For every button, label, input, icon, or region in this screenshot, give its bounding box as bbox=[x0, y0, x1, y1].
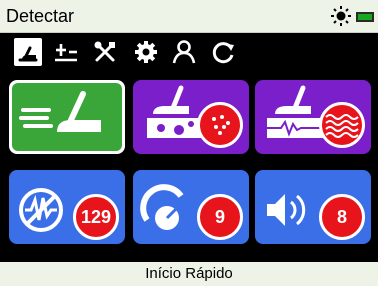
refresh-icon bbox=[212, 42, 234, 64]
swing-detector-icon bbox=[19, 91, 101, 132]
tools-icon bbox=[94, 41, 115, 62]
sensitivity-badge: 9 bbox=[197, 194, 243, 240]
title-bar: Detectar bbox=[0, 0, 378, 33]
volume-badge: 8 bbox=[319, 194, 365, 240]
gear-icon bbox=[135, 41, 157, 63]
sun-icon[interactable] bbox=[331, 6, 351, 26]
tab-bar bbox=[0, 34, 378, 76]
battery-icon bbox=[356, 12, 374, 22]
tab-refresh[interactable] bbox=[209, 38, 237, 66]
tab-tools[interactable] bbox=[91, 38, 119, 66]
user-icon bbox=[172, 40, 196, 64]
noise-badge: 129 bbox=[73, 194, 119, 240]
soil-badge bbox=[197, 102, 243, 148]
tile-salt[interactable] bbox=[255, 80, 371, 154]
page-title: Detectar bbox=[6, 6, 75, 26]
dots-icon bbox=[212, 115, 230, 135]
salt-badge bbox=[319, 102, 365, 148]
waves-icon bbox=[325, 114, 359, 138]
tab-user[interactable] bbox=[170, 38, 198, 66]
tab-ground[interactable] bbox=[52, 38, 80, 66]
tab-settings[interactable] bbox=[132, 38, 160, 66]
tile-detect-mode[interactable] bbox=[9, 80, 125, 154]
detect-icon bbox=[18, 46, 38, 62]
footer-bar[interactable]: Início Rápido bbox=[0, 262, 378, 286]
tile-volume[interactable]: 8 bbox=[255, 170, 371, 244]
ground-balance-icon bbox=[55, 44, 77, 62]
footer-label: Início Rápido bbox=[145, 265, 233, 282]
tile-soil[interactable] bbox=[133, 80, 249, 154]
tile-noise[interactable]: 129 bbox=[9, 170, 125, 244]
tile-sensitivity[interactable]: 9 bbox=[133, 170, 249, 244]
tab-detect[interactable] bbox=[14, 38, 42, 66]
